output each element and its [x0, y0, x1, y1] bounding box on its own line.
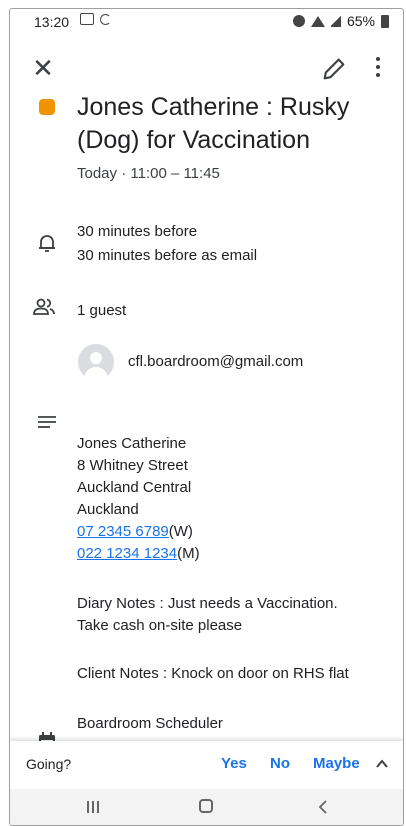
home-icon[interactable]: [199, 799, 213, 813]
calendar-name: Boardroom Scheduler: [77, 715, 223, 732]
phone-suffix: (W): [168, 523, 193, 540]
people-icon: [33, 298, 55, 315]
notification-item[interactable]: 30 minutes before as email: [77, 245, 257, 267]
close-button[interactable]: ✕: [28, 53, 58, 83]
status-time: 13:20: [34, 14, 70, 30]
event-title: Jones Catherine : Rusky (Dog) for Vaccin…: [77, 93, 350, 154]
phone-link-work[interactable]: 07 2345 6789: [77, 523, 169, 540]
rsvp-prompt: Going?: [26, 756, 72, 772]
notes-icon: [38, 416, 56, 428]
client-notes: Client Notes : Knock on door on RHS flat: [77, 665, 349, 682]
top-app-bar: ✕: [10, 45, 403, 93]
rsvp-no-button[interactable]: No: [270, 755, 290, 772]
avatar: [78, 344, 114, 380]
battery-percent: 65%: [346, 13, 375, 29]
battery-icon: [381, 14, 389, 28]
phone-work-line: 07 2345 6789(W): [77, 521, 193, 543]
phone-screen: 13:20 65% ✕ Jones Catherine : Rusky (Dog…: [9, 8, 404, 826]
phone-mobile-line: 022 1234 1234(M): [77, 543, 200, 565]
sync-icon: [100, 13, 111, 25]
bell-icon: [39, 235, 55, 252]
back-icon[interactable]: [316, 799, 330, 815]
description-line: Auckland: [77, 501, 139, 518]
phone-link-mobile[interactable]: 022 1234 1234: [77, 545, 177, 562]
diary-notes-2: Take cash on-site please: [77, 617, 243, 634]
diary-notes: Diary Notes : Just needs a Vaccination.: [77, 595, 338, 612]
wifi-icon: [310, 15, 325, 27]
status-right-icons: 65%: [292, 13, 389, 29]
chevron-up-icon[interactable]: [375, 757, 389, 771]
rsvp-bar: Going? Yes No Maybe: [10, 741, 403, 789]
rsvp-maybe-button[interactable]: Maybe: [313, 755, 360, 772]
edit-icon[interactable]: [320, 55, 348, 83]
phone-suffix: (M): [177, 545, 200, 562]
description-line: 8 Whitney Street: [77, 457, 188, 474]
notification-icon: [80, 13, 94, 25]
status-bar: 13:20 65%: [10, 9, 403, 37]
recent-apps-icon[interactable]: [85, 799, 101, 815]
system-nav-bar: [10, 789, 403, 825]
description-line: Auckland Central: [77, 479, 192, 496]
rsvp-yes-button[interactable]: Yes: [221, 755, 247, 772]
event-color-indicator: [39, 99, 55, 115]
event-time: Today · 11:00 – 11:45: [77, 165, 220, 182]
more-options-icon[interactable]: [366, 53, 390, 83]
alarm-icon: [292, 15, 305, 27]
guest-count: 1 guest: [77, 302, 127, 319]
guest-email[interactable]: cfl.boardroom@gmail.com: [128, 351, 303, 373]
notification-item[interactable]: 30 minutes before: [77, 221, 197, 243]
description-line: Jones Catherine: [77, 435, 187, 452]
signal-icon: [330, 15, 341, 27]
status-left-icons: [80, 13, 111, 25]
